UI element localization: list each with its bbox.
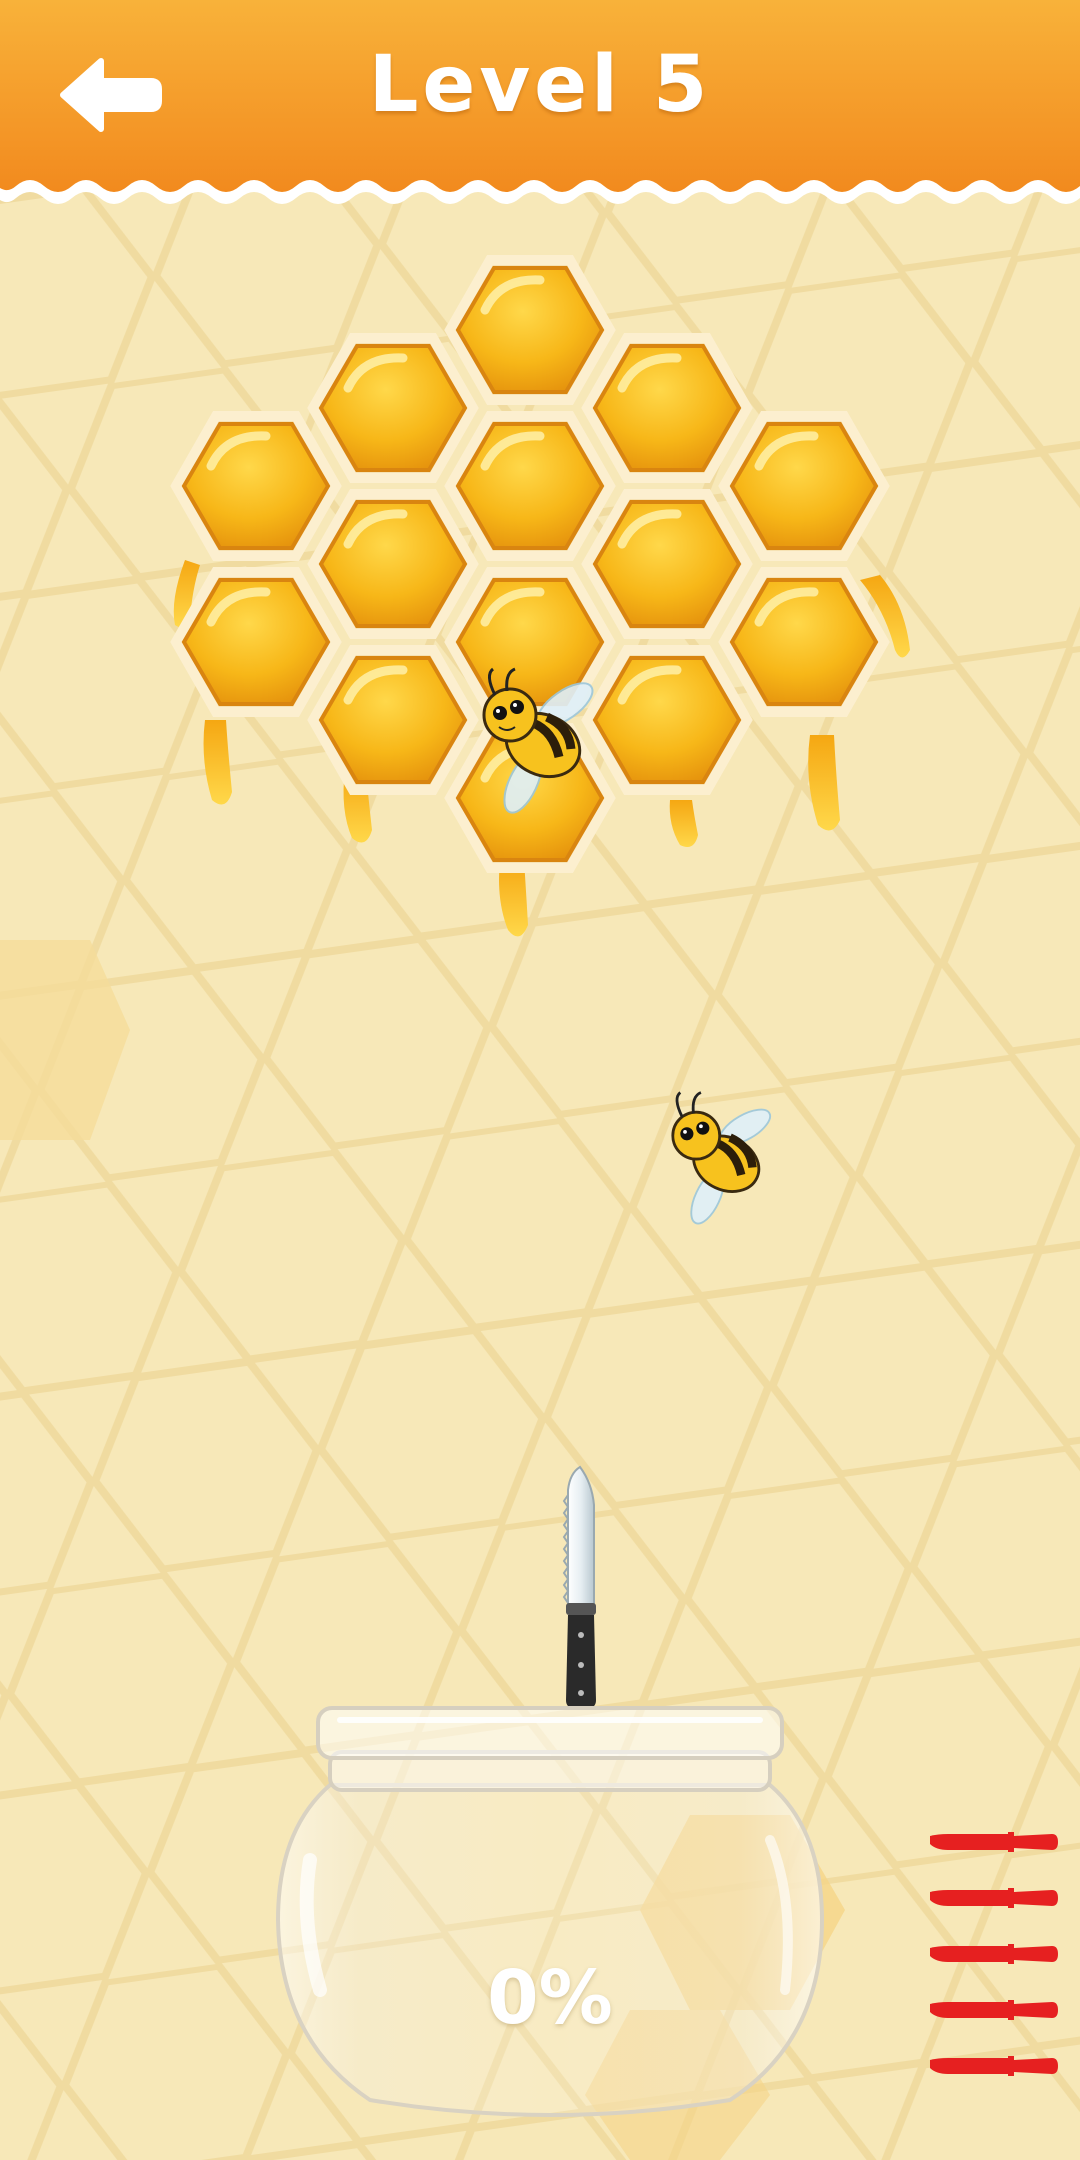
knife-remaining-icon: [930, 1888, 1058, 1908]
honeycomb-cell[interactable]: [587, 338, 747, 478]
honeycomb-cell[interactable]: [313, 650, 473, 790]
throwing-knife[interactable]: [558, 1465, 602, 1710]
honeycomb-cell[interactable]: [450, 260, 610, 400]
honeycomb-cell[interactable]: [724, 416, 884, 556]
honeycomb-cell[interactable]: [176, 572, 336, 712]
honeycomb-cell[interactable]: [724, 572, 884, 712]
honeycomb-cell[interactable]: [313, 494, 473, 634]
knives-remaining: [928, 1830, 1060, 2080]
honeycomb-cell[interactable]: [450, 416, 610, 556]
jar-fill-percent: 0%: [487, 1955, 613, 2041]
knife-remaining-icon: [930, 1944, 1058, 1964]
honeycomb-cell[interactable]: [176, 416, 336, 556]
knife-remaining-icon: [930, 1832, 1058, 1852]
honeycomb-cluster: [0, 0, 910, 937]
knife-remaining-icon: [930, 2056, 1058, 2076]
bee-icon: [671, 1091, 772, 1225]
knife-remaining-icon: [930, 2000, 1058, 2020]
honeycomb-cell[interactable]: [313, 338, 473, 478]
honeycomb-cell[interactable]: [587, 494, 747, 634]
honey-jar: [275, 1706, 825, 2117]
bee-icon: [482, 667, 594, 814]
